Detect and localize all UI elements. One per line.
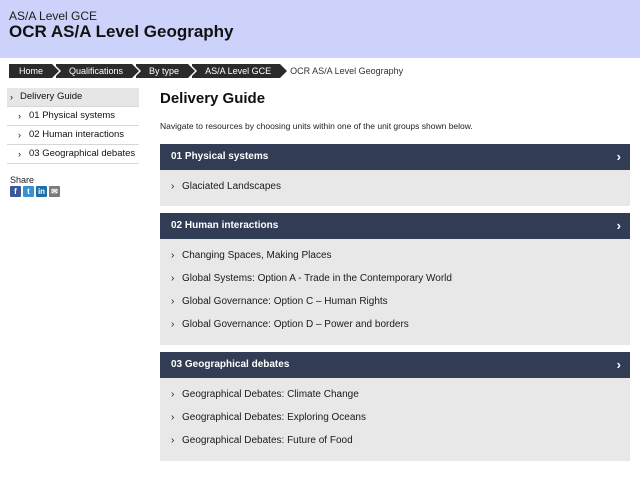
- sidebar-nav: › Delivery Guide › 01 Physical systems ›…: [7, 88, 139, 164]
- unit-group-header[interactable]: 01 Physical systems ›: [160, 144, 630, 170]
- unit-group-title: 03 Geographical debates: [171, 359, 290, 370]
- unit-link[interactable]: › Global Governance: Option D – Power an…: [160, 313, 630, 336]
- breadcrumb-home[interactable]: Home: [9, 64, 62, 78]
- chevron-right-icon: ›: [171, 296, 175, 307]
- unit-group-geographical-debates: 03 Geographical debates › › Geographical…: [160, 352, 630, 461]
- unit-label: Global Governance: Option C – Human Righ…: [182, 296, 388, 307]
- delivery-guide-heading: Delivery Guide: [160, 90, 266, 107]
- unit-link[interactable]: › Changing Spaces, Making Places: [160, 244, 630, 267]
- sidebar-item-label: 03 Geographical debates: [29, 148, 136, 159]
- unit-link[interactable]: › Geographical Debates: Exploring Oceans: [160, 406, 630, 429]
- qualification-level: AS/A Level GCE: [9, 9, 98, 23]
- breadcrumb-by-type[interactable]: By type: [136, 64, 198, 78]
- unit-group-header[interactable]: 02 Human interactions ›: [160, 213, 630, 239]
- unit-group-human-interactions: 02 Human interactions › › Changing Space…: [160, 213, 630, 345]
- unit-label: Global Systems: Option A - Trade in the …: [182, 273, 452, 284]
- chevron-right-icon: ›: [616, 357, 621, 372]
- breadcrumb-as-a-level-gce[interactable]: AS/A Level GCE: [192, 64, 290, 78]
- unit-link[interactable]: › Glaciated Landscapes: [160, 175, 630, 198]
- twitter-icon[interactable]: t: [23, 186, 34, 197]
- breadcrumb-qualifications[interactable]: Qualifications: [56, 64, 142, 78]
- unit-label: Global Governance: Option D – Power and …: [182, 319, 409, 330]
- sidebar-item-physical-systems[interactable]: › 01 Physical systems: [7, 107, 139, 126]
- unit-group-physical-systems: 01 Physical systems › › Glaciated Landsc…: [160, 144, 630, 206]
- sidebar-item-label: 01 Physical systems: [29, 110, 116, 121]
- page-title: OCR AS/A Level Geography: [9, 22, 234, 41]
- page-header: AS/A Level GCE OCR AS/A Level Geography: [0, 0, 640, 58]
- sidebar-item-delivery-guide[interactable]: › Delivery Guide: [7, 88, 139, 107]
- chevron-right-icon: ›: [171, 181, 175, 192]
- unit-group-header[interactable]: 03 Geographical debates ›: [160, 352, 630, 378]
- unit-label: Changing Spaces, Making Places: [182, 250, 332, 261]
- share-label: Share: [10, 175, 35, 185]
- unit-group-title: 02 Human interactions: [171, 220, 279, 231]
- chevron-right-icon: ›: [171, 389, 175, 400]
- breadcrumb-current: OCR AS/A Level Geography: [290, 66, 404, 76]
- chevron-right-icon: ›: [18, 130, 21, 140]
- unit-link[interactable]: › Geographical Debates: Climate Change: [160, 383, 630, 406]
- email-icon[interactable]: ✉: [49, 186, 60, 197]
- unit-group-title: 01 Physical systems: [171, 151, 269, 162]
- share-icons: f t in ✉: [10, 186, 60, 197]
- sidebar-item-label: 02 Human interactions: [29, 129, 125, 140]
- unit-link[interactable]: › Global Governance: Option C – Human Ri…: [160, 290, 630, 313]
- unit-label: Glaciated Landscapes: [182, 181, 281, 192]
- unit-link[interactable]: › Global Systems: Option A - Trade in th…: [160, 267, 630, 290]
- chevron-right-icon: ›: [18, 149, 21, 159]
- sidebar-item-geographical-debates[interactable]: › 03 Geographical debates: [7, 145, 139, 164]
- chevron-right-icon: ›: [171, 319, 175, 330]
- sidebar-item-label: Delivery Guide: [20, 91, 83, 102]
- chevron-right-icon: ›: [616, 149, 621, 164]
- chevron-right-icon: ›: [171, 412, 175, 423]
- intro-text: Navigate to resources by choosing units …: [160, 121, 473, 131]
- chevron-right-icon: ›: [10, 92, 13, 102]
- chevron-right-icon: ›: [171, 435, 175, 446]
- chevron-right-icon: ›: [616, 218, 621, 233]
- unit-label: Geographical Debates: Climate Change: [182, 389, 359, 400]
- linkedin-icon[interactable]: in: [36, 186, 47, 197]
- sidebar-item-human-interactions[interactable]: › 02 Human interactions: [7, 126, 139, 145]
- unit-link[interactable]: › Geographical Debates: Future of Food: [160, 429, 630, 452]
- unit-label: Geographical Debates: Exploring Oceans: [182, 412, 366, 423]
- chevron-right-icon: ›: [18, 111, 21, 121]
- breadcrumb: Home Qualifications By type AS/A Level G…: [9, 64, 403, 78]
- chevron-right-icon: ›: [171, 250, 175, 261]
- chevron-right-icon: ›: [171, 273, 175, 284]
- unit-label: Geographical Debates: Future of Food: [182, 435, 353, 446]
- facebook-icon[interactable]: f: [10, 186, 21, 197]
